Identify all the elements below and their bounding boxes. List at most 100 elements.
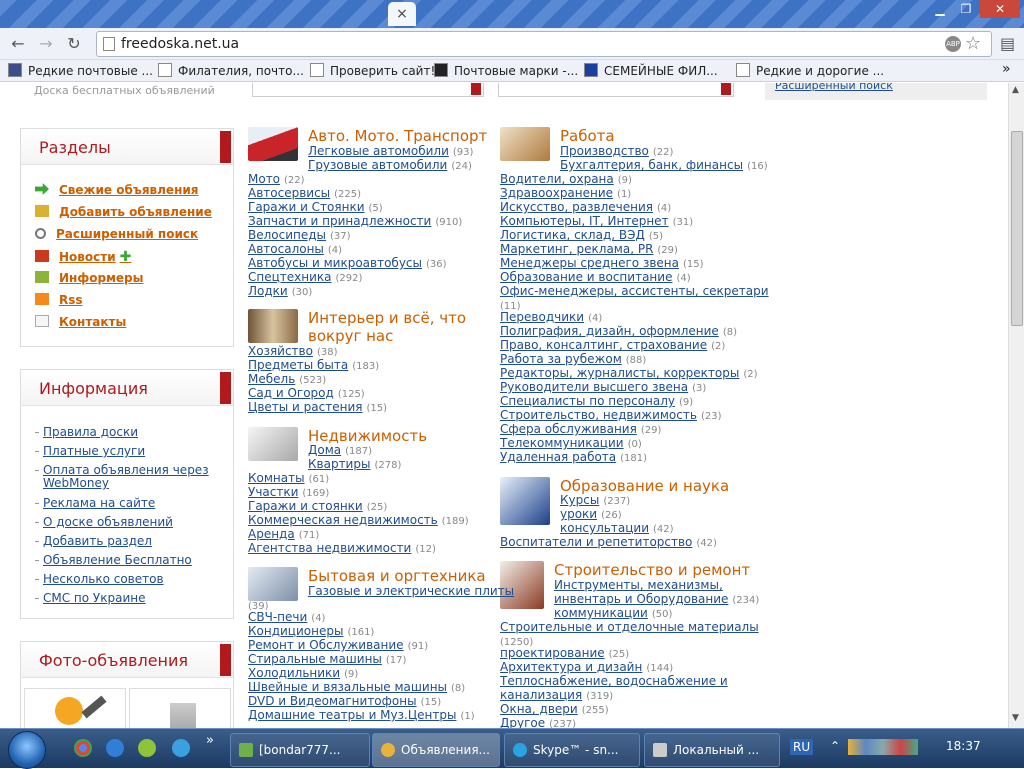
category-link-text[interactable]: Мото [248,172,280,186]
category-link-text[interactable]: Право, консалтинг, страхование [500,338,707,352]
category-link-text[interactable]: Ремонт и Обслуживание [248,638,404,652]
category-link-text[interactable]: Менеджеры среднего звена [500,256,679,270]
tab-close-icon[interactable]: × [396,6,408,22]
category-link-text[interactable]: Автосалоны [248,242,324,256]
category-link-text[interactable]: Лодки [248,284,288,298]
more-quicklaunch-icon[interactable]: » [206,733,214,748]
app-icon[interactable] [172,739,190,757]
add-ad-link[interactable]: Добавить объявление [35,205,212,223]
category-link-text[interactable]: Полиграфия, дизайн, оформление [500,324,719,338]
tray-icons[interactable] [848,739,918,755]
category-link-text[interactable]: Воспитатели и репетиторство [500,535,692,549]
interior-image[interactable] [248,309,298,343]
category-link-text[interactable]: Запчасти и принадлежности [248,214,431,228]
info-link[interactable]: Объявление Бесплатно [35,554,229,567]
photo-ad-thumbnail[interactable] [129,688,231,728]
chrome-icon[interactable] [74,739,92,757]
category-link-text[interactable]: Кондиционеры [248,624,343,638]
category-link-text[interactable]: Холодильники [248,666,340,680]
category-link-text[interactable]: Архитектура и дизайн [500,660,642,674]
category-title[interactable]: Строительство и ремонт [554,561,750,579]
category-title[interactable]: Авто. Мото. Транспорт [308,127,487,145]
category-link[interactable]: Другое (237) [500,716,576,728]
taskbar-task[interactable]: Локальный ... [644,733,780,767]
search-button[interactable] [471,83,481,95]
category-link-text[interactable]: Строительство, недвижимость [500,408,697,422]
ie-icon[interactable] [106,739,124,757]
region-button[interactable] [721,83,731,95]
category-title[interactable]: Бытовая и оргтехника [308,567,486,585]
bookmark-item[interactable]: СЕМЕЙНЫЕ ФИЛ... [584,63,718,78]
car-image[interactable] [248,127,298,161]
info-link[interactable]: О доске объявлений [35,516,229,529]
category-link-text[interactable]: Дома [308,443,341,457]
category-link-text[interactable]: Автосервисы [248,186,330,200]
app-icon[interactable] [138,739,156,757]
category-link-text[interactable]: Сфера обслуживания [500,422,637,436]
category-link-text[interactable]: Велосипеды [248,228,326,242]
category-link-text[interactable]: Офис-менеджеры, ассистенты, секретари [500,284,769,298]
category-link-text[interactable]: Компьютеры, IT, Интернет [500,214,669,228]
advanced-search-menu-link[interactable]: Расширенный поиск [35,227,198,245]
reload-button[interactable]: ↻ [64,34,84,54]
category-link-text[interactable]: уроки [560,507,597,521]
info-link[interactable]: Добавить раздел [35,535,229,548]
category-link-text[interactable]: коммуникации [554,606,648,620]
category-link-text[interactable]: Сад и Огород [248,386,334,400]
category-link-text[interactable]: Маркетинг, реклама, PR [500,242,653,256]
scroll-down-icon[interactable]: ▼ [1012,713,1019,723]
category-link-text[interactable]: Окна, двери [500,702,578,716]
category-link-text[interactable]: Инструменты, механизмы, [554,578,723,592]
close-window-button[interactable]: ✕ [980,0,1020,18]
category-link-text[interactable]: Домашние театры и Муз.Центры [248,708,456,722]
category-link[interactable]: Лодки (30) [248,284,312,300]
category-link-text[interactable]: Редакторы, журналисты, корректоры [500,366,739,380]
category-link-text[interactable]: Курсы [560,493,599,507]
informers-link[interactable]: Информеры [35,271,143,289]
category-link-text[interactable]: Автобусы и микроавтобусы [248,256,422,270]
taskbar-task[interactable]: [bondar777... [230,733,370,767]
category-link-text[interactable]: Предметы быта [248,358,348,372]
category-link-text[interactable]: Строительные и отделочные материалы [500,620,759,634]
info-link[interactable]: СМС по Украине [35,592,229,605]
more-bookmarks-icon[interactable]: » [1002,61,1011,77]
category-link-text[interactable]: канализация [500,688,582,702]
category-link-text[interactable]: Специалисты по персоналу [500,394,675,408]
browser-tab[interactable]: × [388,2,416,26]
news-link[interactable]: Новости ✚ [35,249,131,267]
category-link-text[interactable]: Хозяйство [248,344,313,358]
info-link[interactable]: Оплата объявления через WebMoney [35,464,229,490]
start-button[interactable] [8,731,46,769]
category-link-text[interactable]: Теплоснабжение, водоснабжение и [500,674,728,688]
adblock-icon[interactable]: ABP [945,36,961,52]
house-image[interactable] [248,427,298,461]
bookmark-item[interactable]: Проверить сайт! [310,63,435,78]
category-link-text[interactable]: консультации [560,521,649,535]
category-link[interactable]: Грузовые автомобили (24) [308,158,472,174]
category-link-text[interactable]: Телекоммуникации [500,436,624,450]
category-link-text[interactable]: Гаражи и стоянки [248,499,363,513]
contacts-link[interactable]: Контакты [35,315,126,333]
language-indicator[interactable]: RU [790,739,814,755]
category-link[interactable]: Удаленная работа (181) [500,450,647,466]
category-link-text[interactable]: Бухгалтерия, банк, финансы [560,158,743,172]
info-link[interactable]: Правила доски [35,426,229,439]
category-link-text[interactable]: Комнаты [248,471,305,485]
bookmark-item[interactable]: Филателия, почто... [158,63,304,78]
forward-button[interactable]: → [36,34,56,54]
category-link-text[interactable]: проектирование [500,646,605,660]
search-field[interactable] [252,83,484,97]
category-link-text[interactable]: Руководители высшего звена [500,380,688,394]
photo-ad-thumbnail[interactable] [24,688,126,728]
category-link-text[interactable]: Другое [500,716,545,728]
scroll-thumb[interactable] [1011,131,1023,326]
scroll-up-icon[interactable]: ▲ [1012,85,1019,95]
category-link-text[interactable]: Квартиры [308,457,370,471]
category-link-text[interactable]: Мебель [248,372,295,386]
category-link-text[interactable]: Здравоохранение [500,186,613,200]
appliances-image[interactable] [248,567,298,601]
info-link[interactable]: Реклама на сайте [35,497,229,510]
category-link-text[interactable]: Швейные и вязальные машины [248,680,447,694]
category-link-text[interactable]: Участки [248,485,298,499]
category-link-text[interactable]: Аренда [248,527,295,541]
